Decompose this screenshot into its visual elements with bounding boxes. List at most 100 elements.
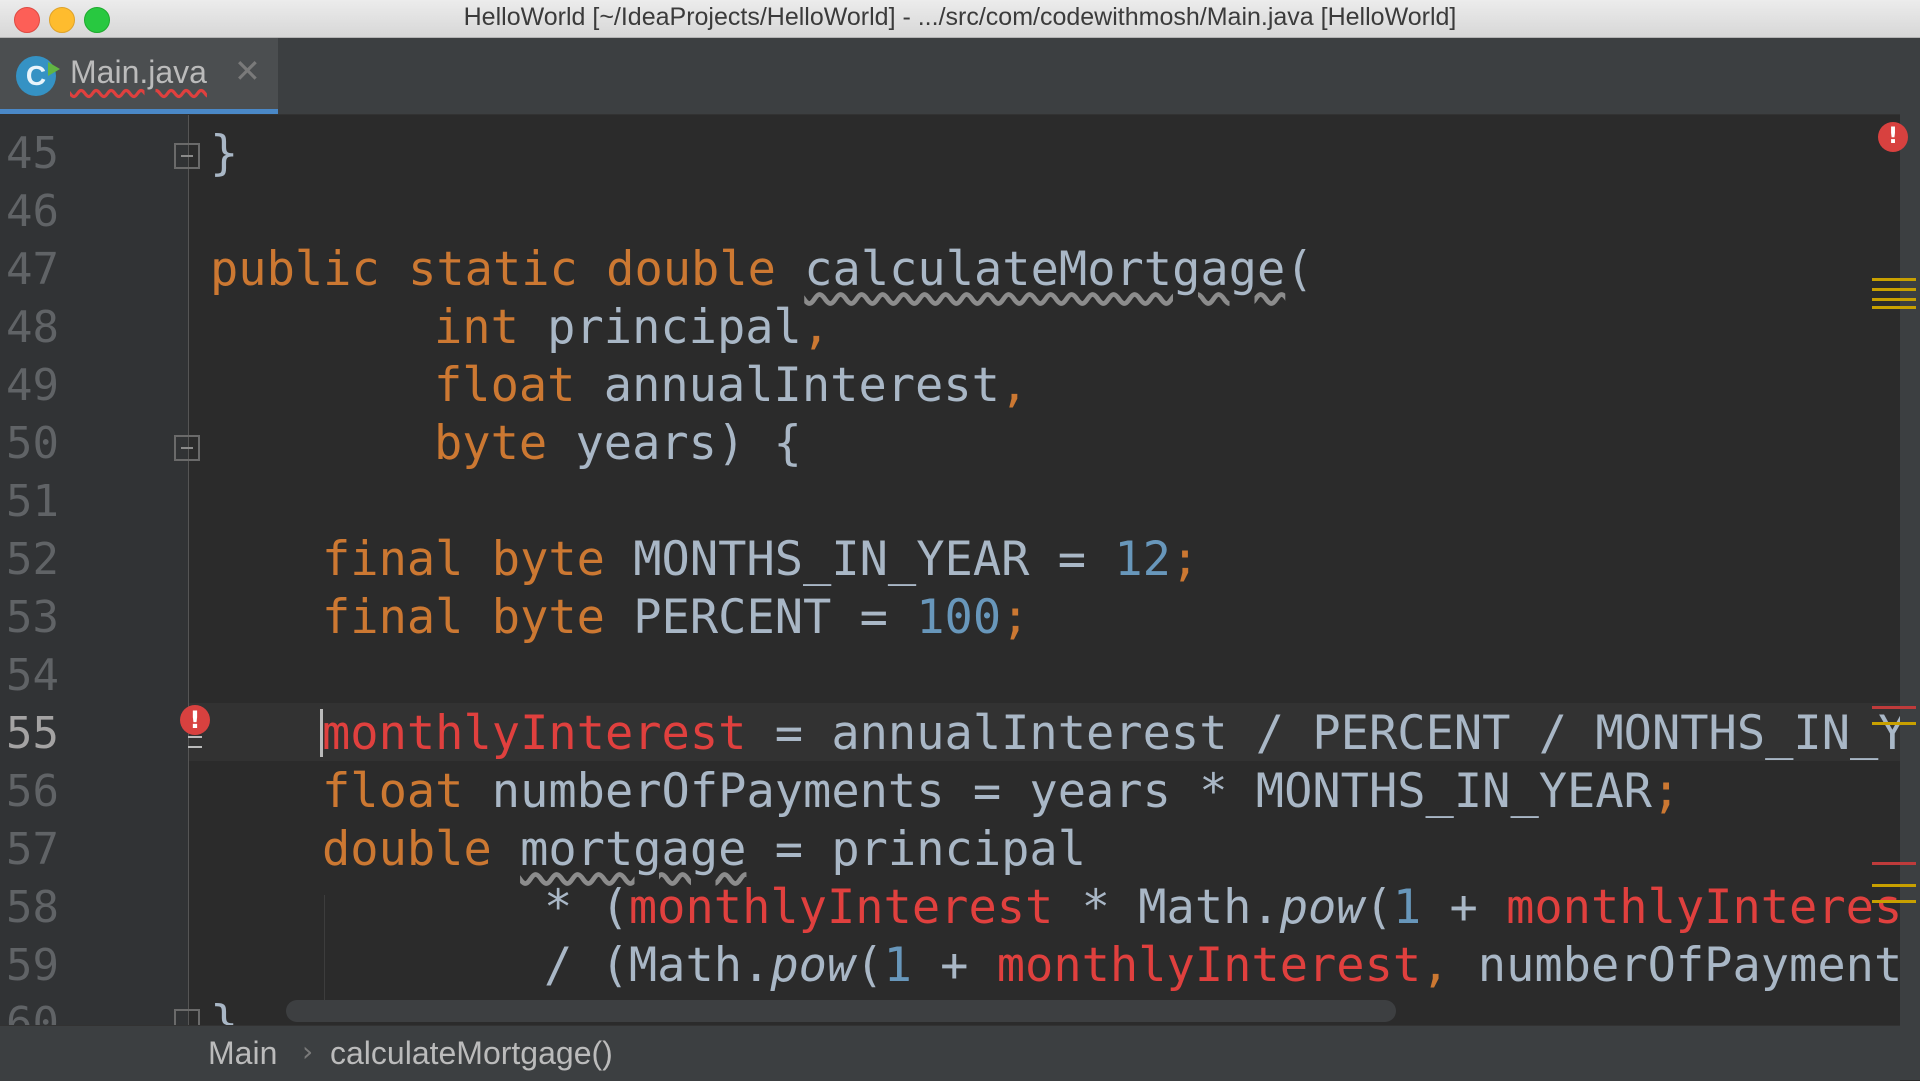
unresolved-symbol: monthlyInterest	[628, 880, 1054, 935]
code-line-60: }	[210, 995, 238, 1025]
code-line-59: / (Math.pow(1 + monthlyInterest, numberO…	[544, 937, 1900, 995]
operator: +	[1421, 880, 1507, 935]
close-tab-icon[interactable]: ✕	[234, 52, 261, 90]
brace: }	[210, 126, 239, 181]
number-literal: 1	[883, 938, 912, 993]
breadcrumb-item-class[interactable]: Main	[208, 1035, 277, 1072]
keyword: float	[322, 764, 464, 819]
breadcrumb-separator: ›	[302, 1035, 314, 1068]
line-number: 58	[6, 882, 59, 933]
punctuation: ,	[999, 358, 1029, 413]
java-class-icon: C	[16, 56, 60, 96]
code-line-53: final byte PERCENT = 100;	[322, 589, 1029, 647]
identifier: annualInterest	[575, 358, 1000, 413]
indent-guide	[324, 895, 325, 1015]
unresolved-symbol: monthlyInteres	[1506, 880, 1900, 935]
method-name: calculateMortgage	[804, 242, 1286, 297]
keyword: float	[434, 358, 576, 413]
identifier: numberOfPayments = years * MONTHS_IN_YEA…	[463, 764, 1652, 819]
code-editor[interactable]: 45 46 47 48 49 50 51 52 53 54 55 56 57 5…	[0, 115, 1900, 1025]
horizontal-scrollbar[interactable]	[286, 1000, 1396, 1022]
tab-label: Main.java	[70, 54, 207, 90]
window-title-bar: HelloWorld [~/IdeaProjects/HelloWorld] -…	[0, 0, 1920, 38]
keyword: public	[210, 242, 380, 297]
fold-marker-icon[interactable]	[174, 143, 200, 169]
keyword: double	[322, 822, 492, 877]
keyword: final	[322, 532, 464, 587]
warning-mark[interactable]	[1872, 288, 1916, 291]
code-line-49: float annualInterest,	[434, 357, 1028, 415]
breadcrumb: Main › calculateMortgage()	[0, 1025, 1900, 1081]
warning-mark[interactable]	[1872, 900, 1916, 903]
warning-mark[interactable]	[1872, 306, 1916, 309]
line-number: 54	[6, 650, 59, 701]
identifier: = annualInterest / PERCENT / MONTHS_IN_Y…	[746, 706, 1900, 761]
number-literal: 1	[1392, 880, 1422, 935]
tab-main-java[interactable]: C Main.java ✕	[0, 38, 278, 114]
breadcrumb-item-method[interactable]: calculateMortgage()	[330, 1035, 613, 1072]
keyword: final	[322, 590, 464, 645]
code-line-47: public static double calculateMortgage(	[210, 241, 1314, 299]
identifier: numberOfPayments	[1449, 938, 1900, 993]
code-line-52: final byte MONTHS_IN_YEAR = 12;	[322, 531, 1199, 589]
error-mark[interactable]	[1872, 862, 1916, 865]
identifier: * Math.	[1053, 880, 1280, 935]
punctuation: ,	[1421, 938, 1450, 993]
line-number: 47	[6, 244, 59, 295]
warning-mark[interactable]	[1872, 722, 1916, 725]
line-number: 46	[6, 186, 59, 237]
operator: +	[911, 938, 997, 993]
operator: * (	[544, 880, 629, 935]
identifier: principal	[518, 300, 802, 355]
keyword: int	[434, 300, 519, 355]
keyword: double	[606, 242, 776, 297]
error-mark[interactable]	[1872, 706, 1916, 709]
inspection-error-icon[interactable]: !	[1878, 122, 1908, 152]
warning-mark[interactable]	[1872, 298, 1916, 301]
line-number-current: 55	[6, 708, 59, 759]
identifier: MONTHS_IN_YEAR =	[604, 532, 1115, 587]
punctuation: (	[855, 938, 884, 993]
punctuation: (	[1364, 880, 1393, 935]
code-line-55: monthlyInterest = annualInterest / PERCE…	[322, 705, 1900, 763]
punctuation: ,	[801, 300, 831, 355]
error-icon[interactable]: !	[180, 705, 210, 735]
keyword: byte	[491, 532, 605, 587]
number-literal: 12	[1114, 532, 1171, 587]
code-line-48: int principal,	[434, 299, 830, 357]
unresolved-symbol: monthlyInterest	[322, 706, 747, 761]
punctuation: ;	[1651, 764, 1681, 819]
keyword: byte	[434, 416, 548, 471]
text-caret	[320, 709, 323, 757]
code-line-57: double mortgage = principal	[322, 821, 1086, 879]
brace: }	[210, 996, 239, 1025]
identifier: PERCENT =	[604, 590, 917, 645]
warning-mark[interactable]	[1872, 884, 1916, 887]
line-number: 57	[6, 824, 59, 875]
fold-end-icon[interactable]	[174, 1009, 200, 1025]
line-number: 45	[6, 128, 59, 179]
number-literal: 100	[916, 590, 1002, 645]
identifier: = principal	[746, 822, 1087, 877]
punctuation: (	[1285, 242, 1314, 297]
fold-marker-icon[interactable]	[174, 435, 200, 461]
error-stripe[interactable]	[1900, 38, 1920, 1080]
window-title: HelloWorld [~/IdeaProjects/HelloWorld] -…	[463, 3, 1457, 31]
warning-mark[interactable]	[1872, 278, 1916, 281]
unresolved-symbol: monthlyInterest	[996, 938, 1422, 993]
editor-tab-bar: C Main.java ✕	[0, 38, 1900, 115]
method-call: pow	[1279, 880, 1365, 935]
keyword: byte	[491, 590, 605, 645]
code-line-45: }	[210, 125, 238, 183]
code-line-50: byte years) {	[434, 415, 802, 473]
line-number: 60	[6, 998, 59, 1025]
quick-fix-icon[interactable]	[188, 736, 202, 748]
line-number: 50	[6, 418, 59, 469]
punctuation: ;	[1001, 590, 1030, 645]
line-number: 52	[6, 534, 59, 585]
code-line-58: * (monthlyInterest * Math.pow(1 + monthl…	[544, 879, 1900, 937]
punctuation: ;	[1170, 532, 1200, 587]
identifier: / (Math.	[544, 938, 771, 993]
line-number: 56	[6, 766, 59, 817]
line-number: 51	[6, 476, 59, 527]
